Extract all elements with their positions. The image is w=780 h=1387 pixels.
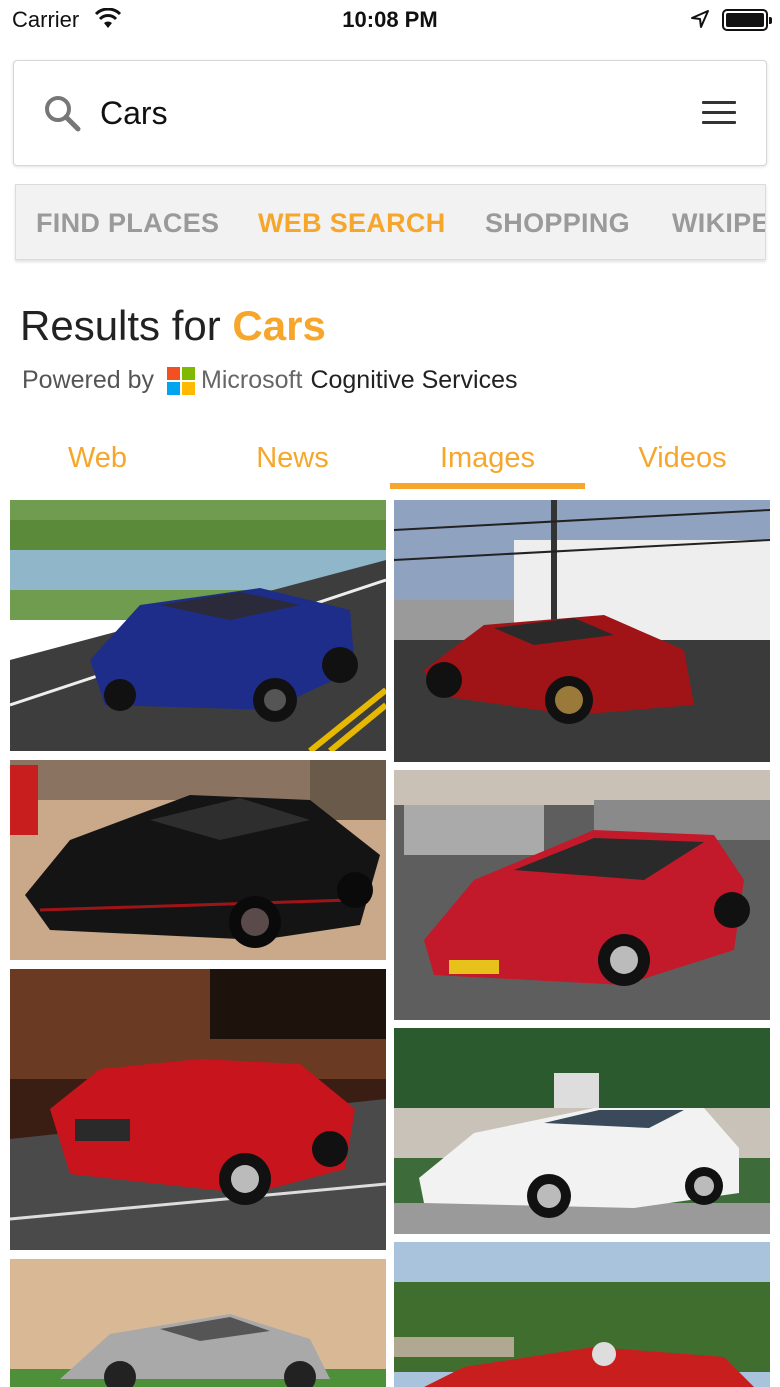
image-result-silver-concept[interactable] bbox=[10, 1259, 386, 1387]
tab-wikipedia[interactable]: WIKIPEDIA bbox=[672, 208, 765, 239]
active-tab-indicator bbox=[390, 483, 585, 489]
tab-shopping[interactable]: SHOPPING bbox=[485, 208, 630, 239]
search-icon[interactable] bbox=[42, 93, 82, 133]
image-result-white-sedan[interactable] bbox=[394, 1028, 770, 1234]
category-tab-bar: FIND PLACES WEB SEARCH SHOPPING WIKIPEDI… bbox=[15, 184, 766, 260]
tab-images[interactable]: Images bbox=[390, 442, 585, 475]
provider-service-label: Cognitive Services bbox=[310, 366, 518, 394]
image-result-black-supercar[interactable] bbox=[10, 760, 386, 960]
hamburger-menu-icon[interactable] bbox=[702, 101, 738, 127]
image-result-red-roadster[interactable] bbox=[10, 969, 386, 1250]
results-prefix: Results for bbox=[20, 302, 233, 349]
image-result-red-hatchback[interactable] bbox=[394, 770, 770, 1020]
tab-find-places[interactable]: FIND PLACES bbox=[36, 208, 219, 239]
image-result-blue-convertible[interactable] bbox=[10, 500, 386, 751]
microsoft-logo-icon bbox=[167, 366, 196, 395]
search-bar bbox=[13, 60, 767, 166]
tab-web[interactable]: Web bbox=[0, 442, 195, 475]
battery-icon bbox=[722, 9, 772, 31]
results-heading: Results for Cars bbox=[20, 302, 326, 350]
clock: 10:08 PM bbox=[342, 7, 438, 32]
tab-news[interactable]: News bbox=[195, 442, 390, 475]
location-arrow-icon bbox=[691, 10, 709, 28]
image-result-red-widebody[interactable] bbox=[394, 500, 770, 762]
results-query: Cars bbox=[232, 302, 326, 349]
provider-logo-text: Microsoft bbox=[201, 366, 303, 394]
result-type-tabs: Web News Images Videos bbox=[0, 430, 780, 490]
powered-by-line: Powered by Microsoft Cognitive Services bbox=[22, 366, 517, 395]
image-result-red-race-car[interactable] bbox=[394, 1242, 770, 1387]
tab-web-search[interactable]: WEB SEARCH bbox=[258, 208, 446, 239]
tab-videos[interactable]: Videos bbox=[585, 442, 780, 475]
search-input[interactable] bbox=[100, 87, 660, 139]
status-bar: Carrier 10:08 PM bbox=[0, 0, 780, 40]
powered-by-label: Powered by bbox=[22, 366, 155, 394]
